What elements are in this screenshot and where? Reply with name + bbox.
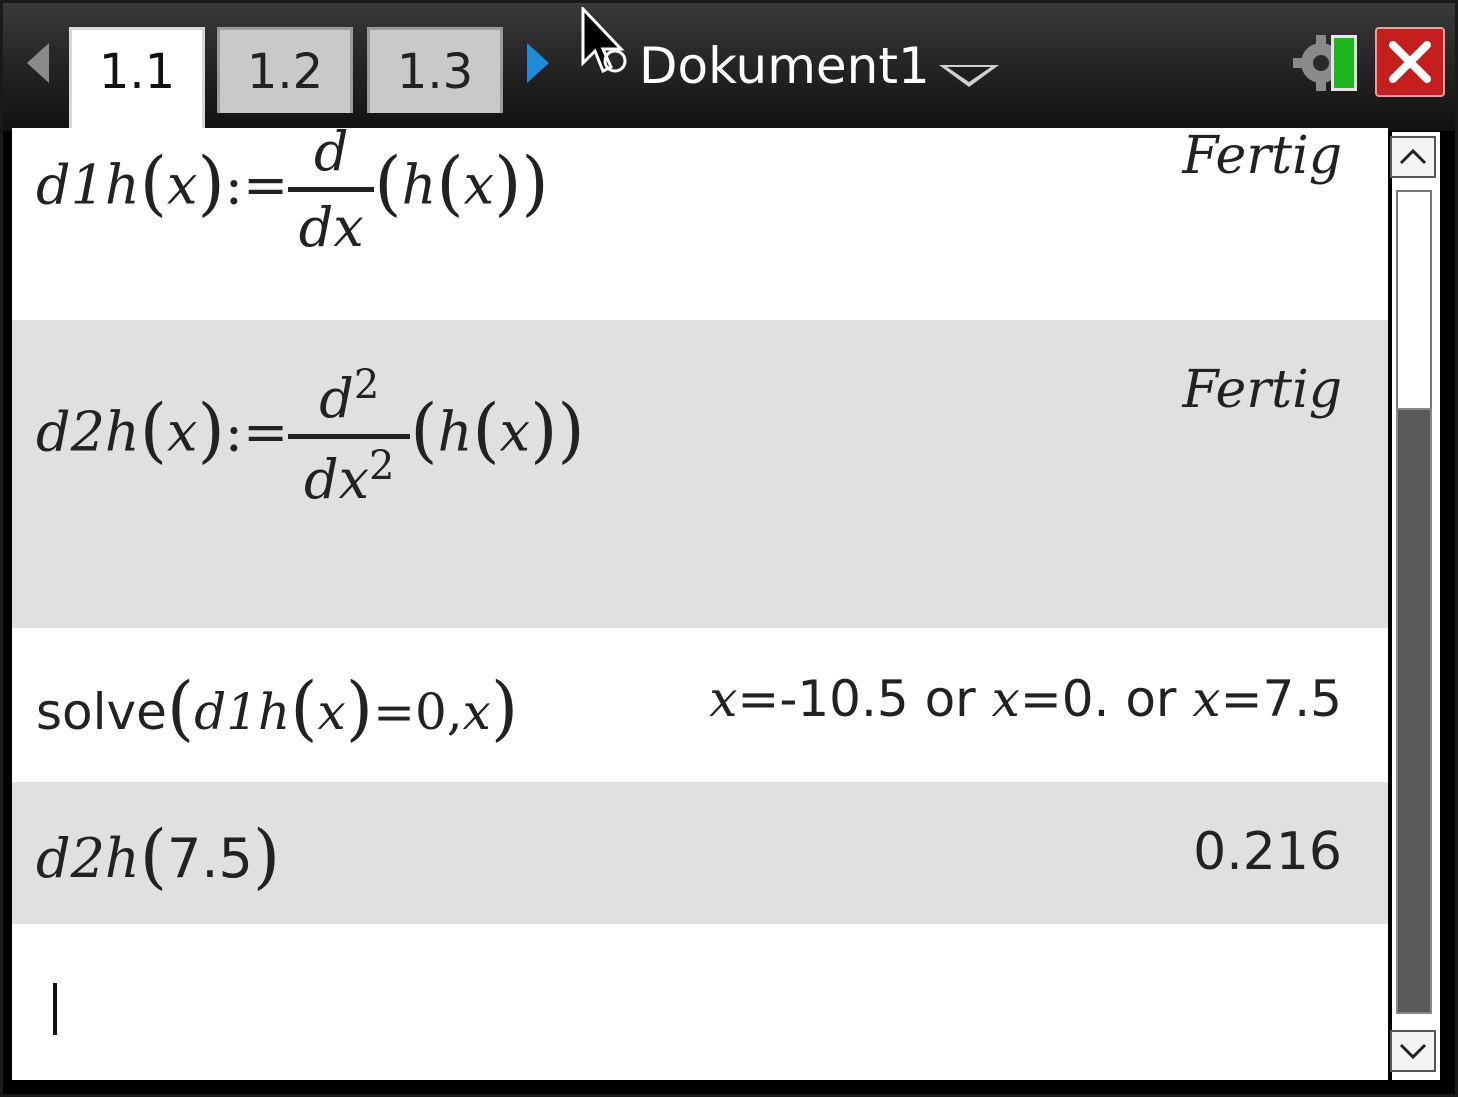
battery-icon (1331, 35, 1357, 91)
title-bar: 1.1 1.2 1.3 Dokument1 (3, 3, 1455, 131)
tab-label: 1.2 (246, 43, 324, 100)
tab-1-3[interactable]: 1.3 (367, 27, 503, 113)
inner-function-name: h (437, 400, 473, 464)
calculator-history: d1h(x):= d dx (h(x)) Fertig d2h(x):= d2 … (12, 128, 1388, 1080)
input-expression: d2h(7.5) (36, 815, 281, 897)
assign-operator: := (224, 153, 289, 217)
tab-label: 1.3 (396, 43, 474, 100)
tab-1-2[interactable]: 1.2 (217, 27, 353, 113)
tab-1-1[interactable]: 1.1 (69, 27, 205, 131)
chevron-down-icon (1399, 1043, 1427, 1060)
input-expression: solve(d1h(x)=0,x) (36, 667, 519, 749)
inner-function-name: d1h (194, 683, 291, 741)
inner-function-name: h (401, 153, 437, 217)
document-menu-chevron-down-icon[interactable] (939, 65, 999, 87)
fraction-numerator: d2 (319, 362, 380, 430)
scrollbar-track-upper[interactable] (1396, 190, 1432, 412)
function-name: d2h (36, 827, 140, 890)
derivative-fraction: d dx (288, 128, 375, 259)
history-entry[interactable]: d1h(x):= d dx (h(x)) Fertig (12, 128, 1388, 318)
derivative-fraction: d2 dx2 (288, 362, 411, 511)
previous-page-arrow-icon[interactable] (27, 43, 49, 83)
next-page-arrow-icon[interactable] (527, 43, 549, 83)
equation-rest: =0, (373, 683, 463, 741)
tab-label: 1.1 (98, 43, 176, 100)
result-text: 0.216 (1193, 822, 1342, 882)
text-caret (53, 983, 57, 1035)
history-entry[interactable]: d2h(x):= d2 dx2 (h(x)) Fertig (12, 320, 1388, 628)
fraction-denominator: dx (298, 196, 364, 259)
scroll-up-button[interactable] (1390, 136, 1436, 178)
scroll-down-button[interactable] (1390, 1030, 1436, 1072)
function-arg: x (167, 400, 198, 464)
close-icon (1389, 41, 1431, 83)
function-arg: 7.5 (167, 827, 253, 890)
function-name: d1h (36, 153, 140, 217)
scrollbar-thumb[interactable] (1396, 408, 1432, 1014)
result-text: Fertig (1182, 128, 1342, 186)
entry-line[interactable] (12, 924, 1388, 1080)
solve-variable: x (462, 683, 491, 741)
assign-operator: := (224, 400, 289, 464)
result-text: Fertig (1182, 360, 1342, 420)
input-expression: d2h(x):= d2 dx2 (h(x)) (36, 362, 585, 511)
document-title[interactable]: Dokument1 (639, 37, 930, 95)
function-name: d2h (36, 400, 140, 464)
function-arg: x (167, 153, 198, 217)
fraction-numerator: d (313, 128, 349, 183)
history-entry[interactable]: d2h(7.5) 0.216 (12, 782, 1388, 924)
chevron-up-icon (1399, 148, 1427, 165)
input-expression: d1h(x):= d dx (h(x)) (36, 128, 549, 259)
fraction-denominator: dx2 (304, 443, 395, 511)
result-text: x=-10.5 or x=0. or x=7.5 (709, 670, 1342, 728)
mouse-pointer-icon (581, 7, 627, 74)
inner-function-arg: x (463, 153, 495, 217)
command-name: solve (36, 683, 167, 741)
history-entry[interactable]: solve(d1h(x)=0,x) x=-10.5 or x=0. or x=7… (12, 628, 1388, 782)
inner-function-arg: x (499, 400, 531, 464)
close-button[interactable] (1375, 27, 1445, 97)
inner-function-arg: x (317, 683, 346, 741)
